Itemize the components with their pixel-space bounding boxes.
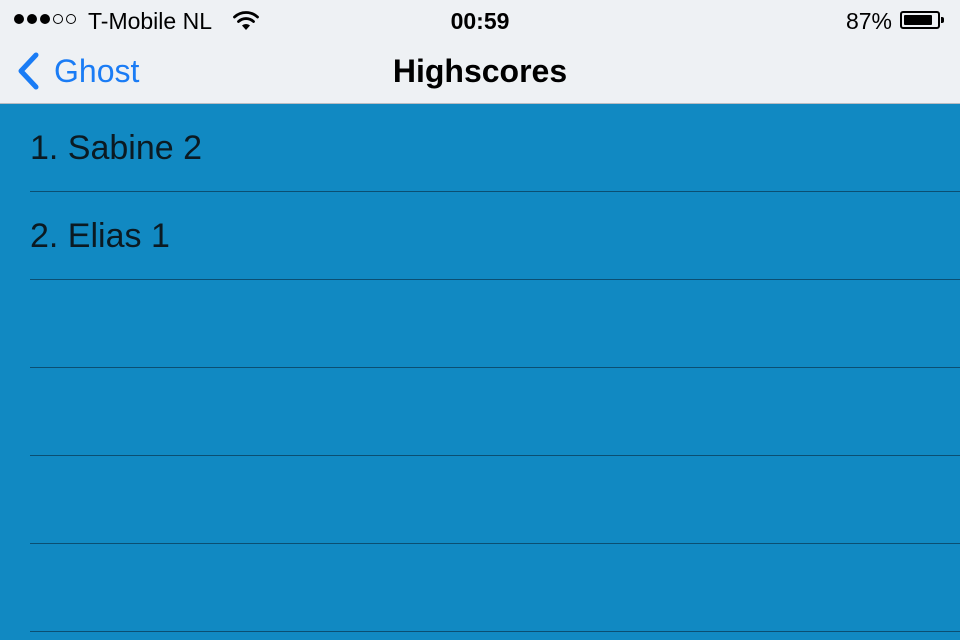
page-title: Highscores xyxy=(392,53,568,89)
battery-fill xyxy=(904,15,932,25)
battery-body xyxy=(900,11,940,29)
navigation-bar: Ghost Highscores xyxy=(0,40,960,103)
battery-icon xyxy=(900,11,944,29)
status-bar: T-Mobile NL 00:59 87% xyxy=(0,0,960,40)
highscores-list[interactable]: 1. Sabine 2 2. Elias 1 xyxy=(0,104,960,640)
top-bar: T-Mobile NL 00:59 87% Ghost Highscores xyxy=(0,0,960,104)
list-item-label: 2. Elias 1 xyxy=(30,217,170,255)
battery-percentage: 87% xyxy=(845,8,892,34)
list-item-label: 1. Sabine 2 xyxy=(30,129,203,167)
clock: 00:59 xyxy=(450,8,510,34)
list-item[interactable] xyxy=(30,456,960,544)
list-item[interactable]: 1. Sabine 2 xyxy=(30,104,960,192)
battery-tip xyxy=(941,17,944,23)
list-item[interactable]: 2. Elias 1 xyxy=(30,192,960,280)
list-item[interactable] xyxy=(30,544,960,632)
list-item[interactable] xyxy=(30,280,960,368)
list-item[interactable] xyxy=(30,368,960,456)
